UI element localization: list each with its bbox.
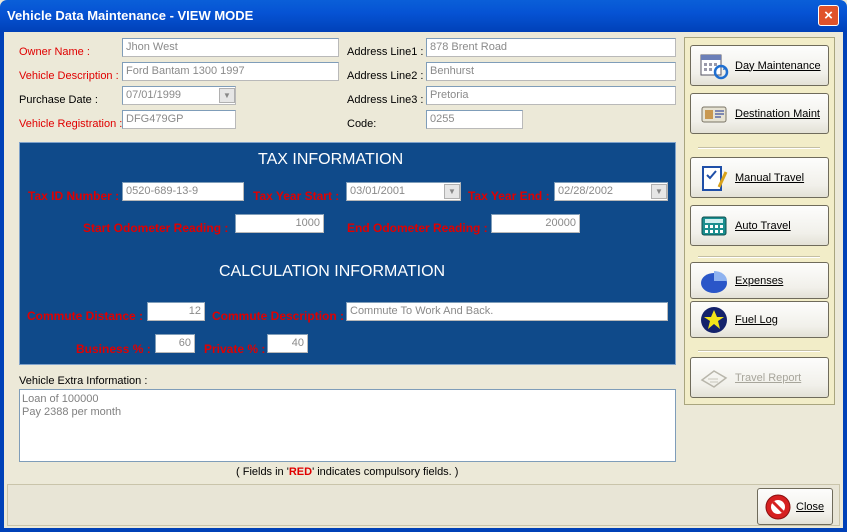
vehicle-registration-label: Vehicle Registration : — [19, 118, 123, 130]
end-odometer-label: End Odometer Reading : — [347, 221, 488, 235]
chevron-down-icon[interactable]: ▼ — [651, 184, 667, 199]
tax-id-field[interactable]: 0520-689-13-9 — [122, 182, 244, 201]
button-separator — [698, 350, 820, 352]
fuel-log-button[interactable]: Fuel Log — [690, 301, 829, 338]
calculator-icon — [697, 211, 731, 241]
note-red-word: RED — [288, 466, 313, 478]
compulsory-fields-note: ( Fields in 'RED' indicates compulsory f… — [236, 466, 458, 478]
day-maintenance-button[interactable]: Day Maintenance — [690, 45, 829, 86]
chevron-down-icon[interactable]: ▼ — [444, 184, 460, 199]
close-button[interactable]: Close — [757, 488, 833, 525]
note-suffix: ' indicates compulsory fields. ) — [312, 466, 459, 478]
calculation-information-heading: CALCULATION INFORMATION — [219, 263, 446, 280]
auto-travel-label: Auto Travel — [735, 219, 791, 232]
window-close-button[interactable]: × — [818, 5, 839, 26]
address-line2-label: Address Line2 : — [347, 70, 424, 82]
vehicle-description-label: Vehicle Description : — [19, 70, 119, 82]
tax-calculation-panel — [19, 142, 676, 365]
address-line1-label: Address Line1 : — [347, 46, 424, 58]
manual-travel-button[interactable]: Manual Travel — [690, 157, 829, 198]
address-line2-field[interactable]: Benhurst — [426, 62, 676, 81]
no-entry-icon — [764, 492, 792, 522]
manual-travel-label: Manual Travel — [735, 171, 805, 184]
travel-report-label: Travel Report — [735, 371, 802, 384]
private-percent-label: Private % : — [204, 342, 266, 356]
code-field[interactable]: 0255 — [426, 110, 523, 129]
fuel-star-icon — [697, 305, 731, 335]
pie-chart-icon — [697, 266, 731, 296]
button-separator — [698, 147, 820, 149]
chevron-down-icon[interactable]: ▼ — [219, 88, 235, 103]
code-label: Code: — [347, 118, 377, 130]
extra-line: Pay 2388 per month — [22, 406, 122, 418]
button-separator — [698, 256, 820, 258]
day-maintenance-label: Day Maintenance — [735, 59, 821, 72]
destination-maint-label: Destination Maint — [735, 107, 820, 120]
business-percent-field[interactable]: 60 — [155, 334, 195, 353]
expenses-button[interactable]: Expenses — [690, 262, 829, 299]
extra-line: Loan of 100000 — [22, 393, 99, 405]
owner-name-field[interactable]: Jhon West — [122, 38, 339, 57]
expenses-label: Expenses — [735, 274, 784, 287]
purchase-date-label: Purchase Date : — [19, 94, 98, 106]
close-label: Close — [796, 500, 825, 513]
status-bar — [7, 484, 840, 526]
end-odometer-field[interactable]: 20000 — [491, 214, 580, 233]
extra-information-textarea[interactable]: Loan of 100000 Pay 2388 per month — [19, 389, 676, 462]
note-prefix: ( Fields in ' — [236, 466, 289, 478]
tax-id-label: Tax ID Number : — [28, 189, 120, 203]
commute-distance-field[interactable]: 12 — [147, 302, 205, 321]
fuel-log-label: Fuel Log — [735, 313, 778, 326]
destination-card-icon — [697, 99, 731, 129]
private-percent-field[interactable]: 40 — [267, 334, 308, 353]
extra-information-label: Vehicle Extra Information : — [19, 375, 148, 387]
address-line1-field[interactable]: 878 Brent Road — [426, 38, 676, 57]
start-odometer-field[interactable]: 1000 — [235, 214, 324, 233]
commute-description-field[interactable]: Commute To Work And Back. — [346, 302, 668, 321]
commute-distance-label: Commute Distance : — [27, 309, 144, 323]
tax-year-end-label: Tax Year End : — [468, 189, 550, 203]
tax-year-start-label: Tax Year Start : — [253, 189, 340, 203]
address-line3-label: Address Line3 : — [347, 94, 424, 106]
tax-information-heading: TAX INFORMATION — [258, 151, 404, 168]
vehicle-description-field[interactable]: Ford Bantam 1300 1997 — [122, 62, 339, 81]
destination-maint-button[interactable]: Destination Maint — [690, 93, 829, 134]
report-icon — [697, 363, 731, 393]
window-title: Vehicle Data Maintenance - VIEW MODE — [7, 8, 254, 23]
owner-name-label: Owner Name : — [19, 46, 90, 58]
address-line3-field[interactable]: Pretoria — [426, 86, 676, 105]
vehicle-registration-field[interactable]: DFG479GP — [122, 110, 236, 129]
auto-travel-button[interactable]: Auto Travel — [690, 205, 829, 246]
travel-report-button[interactable]: Travel Report — [690, 357, 829, 398]
start-odometer-label: Start Odometer Reading : — [83, 221, 229, 235]
clipboard-pen-icon — [697, 163, 731, 193]
commute-description-label: Commute Description : — [212, 309, 345, 323]
calendar-refresh-icon — [697, 51, 731, 81]
business-percent-label: Business % : — [76, 342, 151, 356]
